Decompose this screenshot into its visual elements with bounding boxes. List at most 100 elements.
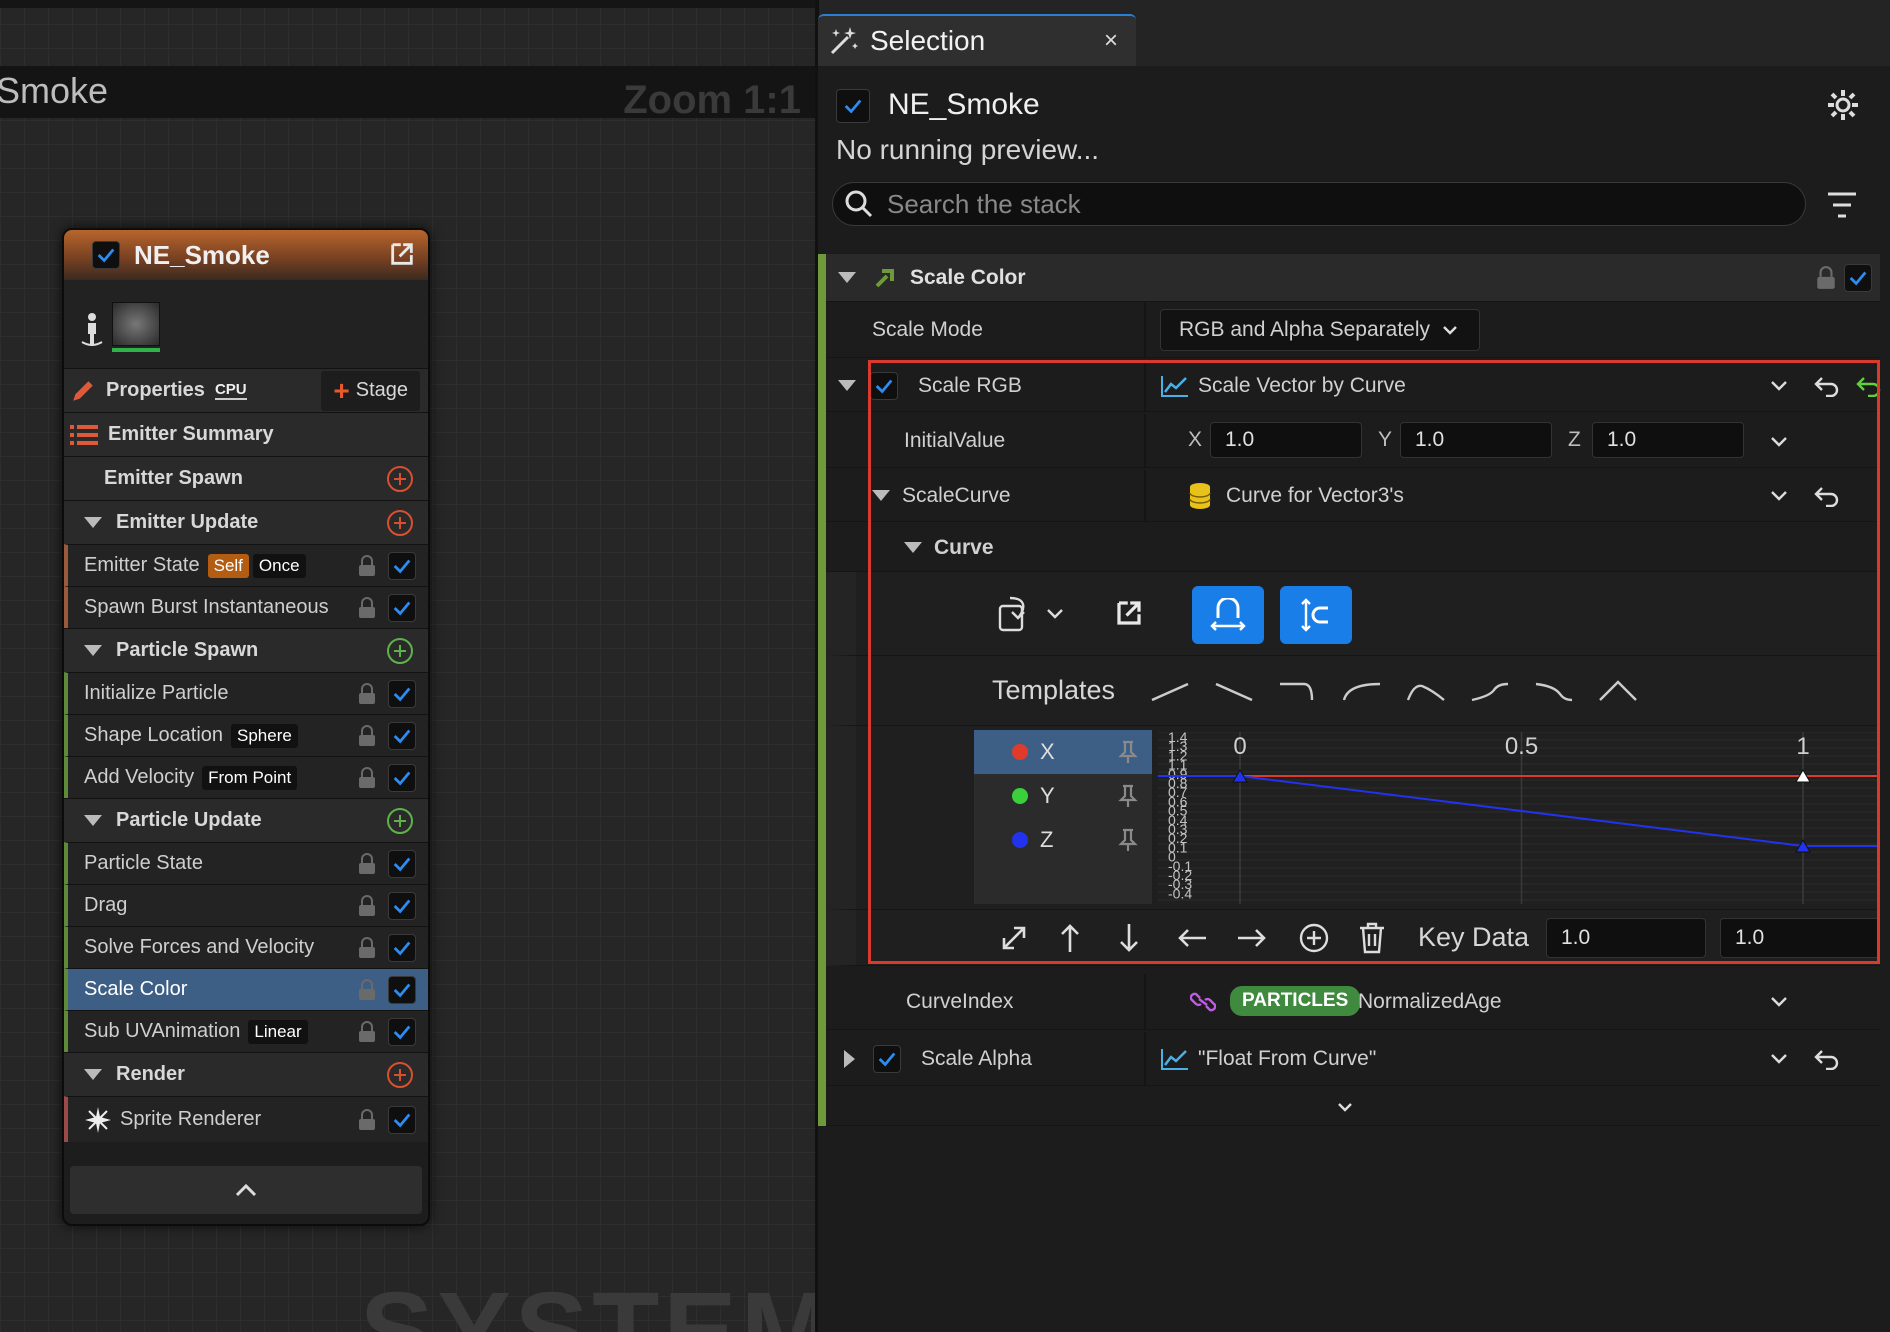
module-shape-location[interactable]: Shape Location Sphere — [64, 714, 428, 756]
module-initialize-particle[interactable]: Initialize Particle — [64, 672, 428, 714]
module-enable-checkbox[interactable] — [388, 593, 416, 622]
module-enable-checkbox[interactable] — [388, 849, 416, 878]
scale-rgb-checkbox[interactable] — [870, 371, 898, 400]
emitter-node[interactable]: NE_Smoke Properties CPU + Stage Emitter … — [62, 228, 430, 1226]
snap-vertical-button[interactable] — [1280, 586, 1352, 644]
module-add-velocity[interactable]: Add Velocity From Point — [64, 756, 428, 798]
arrow-right-icon[interactable] — [1236, 926, 1268, 950]
arrow-up-icon[interactable] — [1058, 922, 1082, 954]
lock-icon[interactable] — [358, 766, 376, 789]
module-enable-checkbox[interactable] — [388, 1017, 416, 1046]
show-more-row[interactable] — [826, 1088, 1880, 1126]
scale-alpha-value[interactable]: "Float From Curve" — [1198, 1047, 1376, 1071]
add-module-icon[interactable] — [386, 637, 414, 665]
collapse-arrow-icon[interactable] — [84, 1069, 102, 1080]
lock-icon[interactable] — [358, 682, 376, 705]
chevron-down-icon[interactable] — [1770, 996, 1788, 1008]
initial-x-input[interactable]: 1.0 — [1210, 422, 1362, 458]
curve-channel-x[interactable]: X — [974, 730, 1152, 774]
template-bump-icon[interactable] — [1596, 676, 1640, 706]
add-module-icon[interactable] — [386, 807, 414, 835]
section-emitter-spawn[interactable]: Emitter Spawn — [64, 456, 428, 500]
lock-icon[interactable] — [358, 596, 376, 619]
add-module-icon[interactable] — [386, 465, 414, 493]
lock-icon[interactable] — [358, 978, 376, 1001]
lock-icon[interactable] — [358, 936, 376, 959]
pin-icon[interactable] — [1118, 828, 1138, 852]
search-input[interactable] — [887, 188, 1767, 220]
emitter-summary-row[interactable]: Emitter Summary — [64, 412, 428, 456]
section-particle-spawn[interactable]: Particle Spawn — [64, 628, 428, 672]
collapse-arrow-icon[interactable] — [84, 815, 102, 826]
key-value-input[interactable]: 1.0 — [1720, 918, 1880, 958]
lock-icon[interactable] — [1816, 266, 1836, 290]
module-enable-checkbox[interactable] — [1844, 264, 1872, 292]
add-module-icon[interactable] — [386, 509, 414, 537]
arrow-left-icon[interactable] — [1176, 926, 1208, 950]
stack-search-box[interactable] — [832, 182, 1806, 226]
reset-to-default-icon[interactable] — [1856, 375, 1882, 397]
module-sprite-renderer[interactable]: Sprite Renderer — [64, 1096, 428, 1142]
module-scale-color[interactable]: Scale Color — [64, 968, 428, 1010]
template-linear-up-icon[interactable] — [1148, 676, 1192, 706]
lock-icon[interactable] — [358, 894, 376, 917]
curve-graph-area[interactable]: 0 0.5 1 1.4 1.3 1.2 1.1 0.9 0.8 0.7 0.6 0.5 0.4 0.3 0.… — [1158, 732, 1878, 904]
module-enable-checkbox[interactable] — [388, 1105, 416, 1134]
chevron-down-icon[interactable] — [1770, 380, 1788, 392]
add-stage-button[interactable]: + Stage — [321, 370, 420, 411]
lock-icon[interactable] — [358, 1020, 376, 1043]
lock-icon[interactable] — [358, 724, 376, 747]
initial-z-input[interactable]: 1.0 — [1592, 422, 1744, 458]
root-enable-checkbox[interactable] — [836, 89, 870, 123]
module-spawn-burst[interactable]: Spawn Burst Instantaneous — [64, 586, 428, 628]
node-header[interactable]: NE_Smoke — [64, 230, 428, 280]
curve-channel-y[interactable]: Y — [974, 774, 1152, 818]
curve-mode-icon[interactable] — [996, 594, 1036, 634]
scale-alpha-checkbox[interactable] — [873, 1044, 901, 1073]
curve-index-value[interactable]: NormalizedAge — [1358, 990, 1502, 1014]
module-sub-uv-animation[interactable]: Sub UVAnimation Linear — [64, 1010, 428, 1052]
scale-curve-value[interactable]: Curve for Vector3's — [1226, 484, 1404, 508]
section-render[interactable]: Render — [64, 1052, 428, 1096]
fit-view-icon[interactable] — [1000, 924, 1028, 952]
scale-rgb-value[interactable]: Scale Vector by Curve — [1198, 374, 1406, 398]
module-enable-checkbox[interactable] — [388, 721, 416, 750]
lock-icon[interactable] — [358, 1108, 376, 1131]
open-external-icon[interactable] — [388, 240, 416, 268]
module-emitter-state[interactable]: Emitter State Self Once — [64, 544, 428, 586]
template-smooth-up-icon[interactable] — [1468, 676, 1512, 706]
pin-icon[interactable] — [1118, 740, 1138, 764]
snap-horizontal-button[interactable] — [1192, 586, 1264, 644]
tab-selection[interactable]: Selection × — [818, 14, 1136, 66]
arrow-down-icon[interactable] — [1117, 922, 1141, 954]
properties-row[interactable]: Properties CPU + Stage — [64, 368, 428, 412]
module-enable-checkbox[interactable] — [388, 551, 416, 580]
reset-arrow-icon[interactable] — [1814, 1048, 1840, 1070]
module-header-scale-color[interactable]: Scale Color — [826, 254, 1880, 302]
reset-arrow-icon[interactable] — [1814, 485, 1840, 507]
collapse-arrow-icon[interactable] — [904, 542, 922, 553]
chevron-down-icon[interactable] — [1770, 436, 1788, 448]
close-icon[interactable]: × — [1104, 27, 1118, 55]
module-drag[interactable]: Drag — [64, 884, 428, 926]
collapse-arrow-icon[interactable] — [872, 490, 890, 501]
lock-icon[interactable] — [358, 852, 376, 875]
graph-canvas[interactable]: Smoke Zoom 1:1 SYSTEM NE_Smoke Propertie… — [0, 0, 815, 1332]
module-enable-checkbox[interactable] — [388, 975, 416, 1004]
add-module-icon[interactable] — [386, 1061, 414, 1089]
chevron-down-icon[interactable] — [1770, 1053, 1788, 1065]
template-ease-out-icon[interactable] — [1404, 676, 1448, 706]
collapse-node-button[interactable] — [70, 1166, 422, 1214]
curve-graph[interactable]: 0 0.5 11.41.31.21.10.90.80.70.60.50.40.30.… — [1158, 732, 1878, 904]
pin-icon[interactable] — [1118, 784, 1138, 808]
filter-icon[interactable] — [1826, 190, 1858, 220]
collapse-arrow-icon[interactable] — [84, 517, 102, 528]
template-linear-down-icon[interactable] — [1212, 676, 1256, 706]
section-emitter-update[interactable]: Emitter Update — [64, 500, 428, 544]
add-key-icon[interactable] — [1298, 922, 1330, 954]
scale-mode-dropdown[interactable]: RGB and Alpha Separately — [1160, 309, 1480, 351]
emitter-thumbnail[interactable] — [112, 302, 160, 346]
trash-icon[interactable] — [1358, 922, 1386, 954]
node-enable-checkbox[interactable] — [92, 241, 120, 269]
section-particle-update[interactable]: Particle Update — [64, 798, 428, 842]
